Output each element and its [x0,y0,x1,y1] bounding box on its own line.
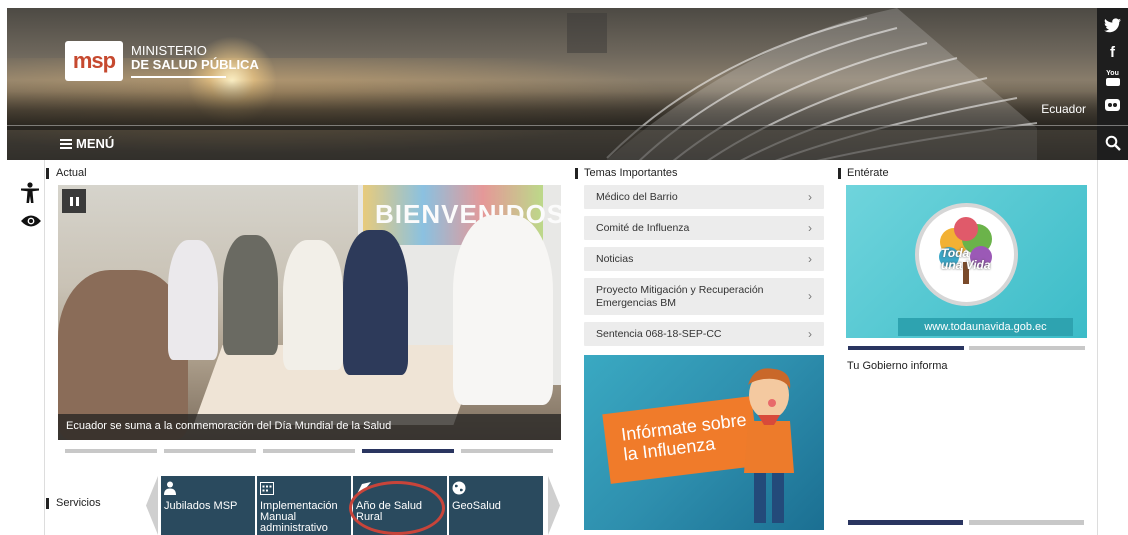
flag-icon [357,482,371,494]
msp-logo-text: MINISTERIO DE SALUD PÚBLICA [131,44,259,78]
slider-dot[interactable] [461,449,553,453]
globe-icon [452,481,466,495]
enterate-dot[interactable] [969,346,1085,350]
enterate-dots [848,346,1085,350]
slider-pause-button[interactable] [62,189,86,213]
youtube-text: You [1106,70,1119,77]
tema-noticias[interactable]: Noticias › [584,247,824,271]
menu-label: MENÚ [76,136,115,151]
service-jubilados[interactable]: Jubilados MSP [161,476,255,535]
chevron-right-icon: › [808,252,812,266]
tema-medico-barrio[interactable]: Médico del Barrio › [584,185,824,209]
left-divider [44,160,45,535]
services-carousel: Jubilados MSP Implementación Manual admi… [161,476,543,535]
section-actual: Actual [46,167,87,179]
country-label[interactable]: Ecuador [1041,102,1086,116]
org-line1: MINISTERIO [131,43,207,58]
accessibility-tools [20,182,44,233]
section-temas: Temas Importantes [575,167,678,179]
org-line2: DE SALUD PÚBLICA [131,57,259,72]
youtube-icon[interactable]: You [1104,70,1121,87]
services-next-arrow-icon[interactable] [548,476,560,535]
social-sidebar: f You [1097,8,1128,160]
msp-logo-mark: msp [65,41,123,81]
logo-underline [131,76,226,78]
facebook-icon[interactable]: f [1104,44,1121,61]
menu-button[interactable]: MENÚ [60,136,114,151]
msp-logo[interactable]: msp MINISTERIO DE SALUD PÚBLICA [65,41,259,81]
news-slider-image[interactable]: BIENVENIDOS [58,185,561,440]
slider-figure [283,240,343,370]
gobierno-dot[interactable] [969,520,1084,525]
gobierno-dot-active[interactable] [848,520,963,525]
chevron-right-icon: › [808,190,812,204]
slider-dot[interactable] [263,449,355,453]
section-servicios: Servicios [46,497,101,509]
section-gobierno: Tu Gobierno informa [847,360,948,372]
toda-una-vida-text: Toda una Vida [941,246,991,272]
calendar-icon [260,482,274,495]
chevron-right-icon: › [808,327,812,341]
enterate-dot-active[interactable] [848,346,964,350]
service-geosalud[interactable]: GeoSalud [449,476,543,535]
chevron-right-icon: › [808,289,812,303]
temas-list: Médico del Barrio › Comité de Influenza › … [584,185,824,353]
tema-proyecto-mitigacion[interactable]: Proyecto Mitigación y Recuperación Emerg… [584,278,824,315]
slider-caption[interactable]: Ecuador se suma a la conmemoración del D… [58,414,561,440]
hamburger-icon [60,137,72,151]
service-implementacion[interactable]: Implementación Manual administrativo [257,476,351,535]
right-divider [1097,160,1098,535]
slider-dot[interactable] [164,449,256,453]
slider-dot-active[interactable] [362,449,454,453]
flickr-icon[interactable] [1104,96,1121,113]
pause-icon [69,196,73,206]
chevron-right-icon: › [808,221,812,235]
site-header: msp MINISTERIO DE SALUD PÚBLICA Ecuador … [7,8,1097,160]
toda-una-vida-logo: Toda una Vida [915,203,1018,306]
slider-dot[interactable] [65,449,157,453]
slider-figure [453,215,553,405]
enterate-url: www.todaunavida.gob.ec [898,318,1073,336]
search-icon [1105,135,1121,151]
eye-icon[interactable] [20,214,42,228]
slider-figure [223,235,278,355]
twitter-icon[interactable] [1104,18,1121,35]
search-button[interactable] [1097,125,1128,160]
section-enterate: Entérate [838,167,889,179]
gobierno-dots [848,520,1084,525]
enterate-banner[interactable]: Toda una Vida www.todaunavida.gob.ec [846,185,1087,338]
accessibility-person-icon[interactable] [20,182,40,204]
menu-bar: MENÚ [7,125,1097,160]
slider-figure [168,240,218,360]
tema-sentencia[interactable]: Sentencia 068-18-SEP-CC › [584,322,824,346]
person-icon [164,481,176,495]
sick-person-illustration [744,368,794,523]
influenza-banner[interactable]: Infórmate sobre la Influenza [584,355,824,530]
slider-figure [343,230,408,375]
slider-dots [65,449,553,453]
tema-comite-influenza[interactable]: Comité de Influenza › [584,216,824,240]
service-salud-rural[interactable]: Año de Salud Rural [353,476,447,535]
services-prev-arrow-icon[interactable] [146,476,158,535]
